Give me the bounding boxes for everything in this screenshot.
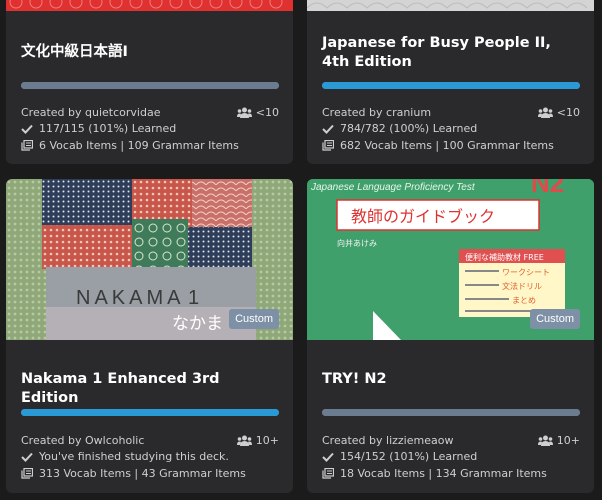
check-icon — [21, 124, 33, 134]
deck-title[interactable]: 文化中級日本語I — [21, 43, 281, 62]
deck-cover-image[interactable] — [307, 0, 594, 11]
deck-item-counts: 18 Vocab Items | 134 Grammar Items — [340, 467, 547, 480]
users-icon — [537, 435, 553, 446]
deck-item-counts: 682 Vocab Items | 100 Grammar Items — [340, 139, 554, 152]
progress-bar-fill — [21, 82, 279, 89]
deck-items-icon — [21, 140, 33, 151]
deck-creator[interactable]: Created by lizziemeaow — [322, 434, 453, 447]
learned-status: 154/152 (101%) Learned — [340, 450, 478, 463]
check-icon — [322, 452, 334, 462]
learned-status: 784/782 (100%) Learned — [340, 122, 478, 135]
deck-item-counts: 313 Vocab Items | 43 Grammar Items — [39, 467, 246, 480]
member-count: <10 — [255, 105, 279, 119]
member-count: 10+ — [255, 433, 279, 447]
check-icon — [21, 452, 33, 462]
deck-cover-image[interactable]: NAKAMA 1 なかま Custom — [6, 179, 293, 340]
deck-item-counts: 6 Vocab Items | 109 Grammar Items — [39, 139, 239, 152]
learned-status: You've finished studying this deck. — [39, 450, 229, 463]
deck-meta: Created by quietcorvidae <10 117/115 (10… — [21, 104, 279, 154]
deck-members: <10 — [236, 105, 279, 119]
users-icon — [537, 107, 553, 118]
deck-card[interactable]: 文化中級日本語I Created by quietcorvidae <10 11… — [6, 0, 293, 164]
custom-badge: Custom — [530, 309, 580, 329]
deck-title[interactable]: TRY! N2 — [322, 370, 582, 389]
deck-items-icon — [322, 140, 334, 151]
deck-items-icon — [21, 468, 33, 479]
cover-title-text: NAKAMA — [76, 287, 184, 309]
cover-pattern — [6, 0, 293, 11]
member-count: 10+ — [556, 433, 580, 447]
cover-author-text: 向井あけみ — [337, 238, 377, 248]
progress-bar-fill — [322, 409, 580, 416]
progress-bar-fill — [21, 409, 279, 416]
users-icon — [236, 107, 252, 118]
cover-number-text: 1 — [188, 287, 199, 309]
cover-guidebook-text: 教師のガイドブック — [351, 207, 495, 226]
deck-creator[interactable]: Created by quietcorvidae — [21, 106, 160, 119]
cover-drill-text: 文法ドリル — [502, 281, 542, 291]
deck-grid: 文化中級日本語I Created by quietcorvidae <10 11… — [0, 0, 602, 500]
cover-subtitle-text: Japanese Language Proficiency Test — [310, 182, 476, 193]
deck-meta: Created by Owlcoholic 10+ You've finishe… — [21, 432, 279, 482]
progress-bar — [21, 82, 279, 89]
cover-free-text: 便利な補助教材 FREE — [465, 252, 544, 262]
progress-bar — [322, 82, 580, 89]
deck-meta: Created by lizziemeaow 10+ 154/152 (101%… — [322, 432, 580, 482]
cover-summary-text: まとめ — [512, 296, 536, 305]
check-icon — [322, 124, 334, 134]
progress-bar — [322, 409, 580, 416]
deck-card[interactable]: Japanese for Busy People II, 4th Edition… — [307, 0, 594, 164]
member-count: <10 — [556, 105, 580, 119]
deck-meta: Created by cranium <10 784/782 (100%) Le… — [322, 104, 580, 154]
deck-cover-image[interactable]: Japanese Language Proficiency Test N2 教師… — [307, 179, 594, 340]
users-icon — [236, 435, 252, 446]
cover-kana-text: なかま — [172, 314, 223, 334]
cover-pattern — [307, 0, 594, 11]
deck-items-icon — [322, 468, 334, 479]
deck-members: 10+ — [537, 433, 580, 447]
progress-bar — [21, 409, 279, 416]
progress-bar-fill — [322, 82, 580, 89]
deck-title[interactable]: Japanese for Busy People II, 4th Edition — [322, 34, 582, 72]
learned-status: 117/115 (101%) Learned — [39, 122, 177, 135]
deck-card[interactable]: NAKAMA 1 なかま Custom Nakama 1 Enhanced 3r… — [6, 179, 293, 493]
deck-card[interactable]: Japanese Language Proficiency Test N2 教師… — [307, 179, 594, 493]
deck-members: <10 — [537, 105, 580, 119]
deck-creator[interactable]: Created by cranium — [322, 106, 431, 119]
deck-members: 10+ — [236, 433, 279, 447]
custom-badge: Custom — [229, 309, 279, 329]
cover-worksheet-text: ワークシート — [502, 268, 550, 277]
deck-creator[interactable]: Created by Owlcoholic — [21, 434, 144, 447]
cover-level-text: N2 — [531, 179, 564, 198]
deck-cover-image[interactable] — [6, 0, 293, 11]
deck-title[interactable]: Nakama 1 Enhanced 3rd Edition — [21, 370, 281, 408]
